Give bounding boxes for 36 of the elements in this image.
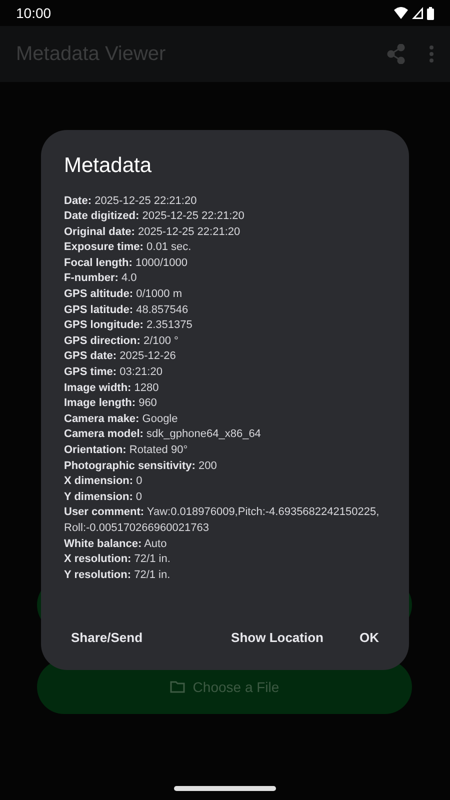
metadata-row-text: Y dimension: 0 bbox=[64, 490, 144, 505]
folder-icon bbox=[170, 681, 185, 693]
metadata-row-text: X dimension: 0 bbox=[64, 474, 144, 490]
clock: 10:00 bbox=[16, 4, 52, 22]
metadata-row-text: White balance: Auto bbox=[64, 536, 168, 552]
ok-button[interactable]: OK bbox=[350, 622, 389, 654]
metadata-row-text: Focal length: 1000/1000 bbox=[64, 256, 189, 271]
metadata-row-text: F-number: 4.0 bbox=[64, 271, 138, 286]
show-location-button[interactable]: Show Location bbox=[221, 622, 334, 654]
metadata-row-text: Photographic sensitivity: 200 bbox=[64, 458, 218, 474]
metadata-row-text: GPS latitude: 48.857546 bbox=[64, 302, 190, 318]
metadata-row-text: Y resolution: 72/1 in. bbox=[64, 568, 172, 583]
metadata-row-text: GPS date: 2025-12-26 bbox=[64, 349, 177, 364]
metadata-row-text: Date: 2025-12-25 22:21:20 bbox=[64, 194, 198, 208]
metadata-row-text: Image length: 960 bbox=[64, 396, 158, 412]
metadata-row-text: Camera make: Google bbox=[64, 412, 179, 427]
metadata-row-text: Orientation: Rotated 90° bbox=[64, 443, 189, 458]
signal-icon bbox=[412, 7, 423, 19]
dialog-title: Metadata bbox=[64, 153, 153, 179]
metadata-row-text: Camera model: sdk_gphone64_x86_64 bbox=[64, 427, 262, 442]
share-button[interactable]: Share/Send bbox=[61, 622, 153, 654]
metadata-row-text: X resolution: 72/1 in. bbox=[64, 552, 172, 568]
wifi-icon bbox=[394, 7, 408, 19]
metadata-row-text: GPS longitude: 2.351375 bbox=[64, 318, 194, 334]
metadata-row-text: GPS direction: 2/100 ° bbox=[64, 334, 180, 349]
share-icon[interactable] bbox=[387, 44, 405, 64]
battery-icon bbox=[427, 6, 434, 20]
metadata-row-text: Date digitized: 2025-12-25 22:21:20 bbox=[64, 209, 246, 224]
metadata-row-text: Original date: 2025-12-25 22:21:20 bbox=[64, 224, 242, 240]
metadata-row-text: GPS altitude: 0/1000 m bbox=[64, 287, 183, 302]
home-indicator[interactable] bbox=[174, 786, 276, 791]
metadata-row-text: GPS time: 03:21:20 bbox=[64, 365, 164, 380]
metadata-row-text: Exposure time: 0.01 sec. bbox=[64, 240, 192, 256]
metadata-row-text: User comment: Yaw:0.018976009,Pitch:-4.6935682242150225,Roll:-0.005170266960021763 bbox=[64, 505, 380, 536]
metadata-row-text: Image width: 1280 bbox=[64, 380, 160, 396]
more-menu-icon[interactable] bbox=[429, 45, 434, 63]
